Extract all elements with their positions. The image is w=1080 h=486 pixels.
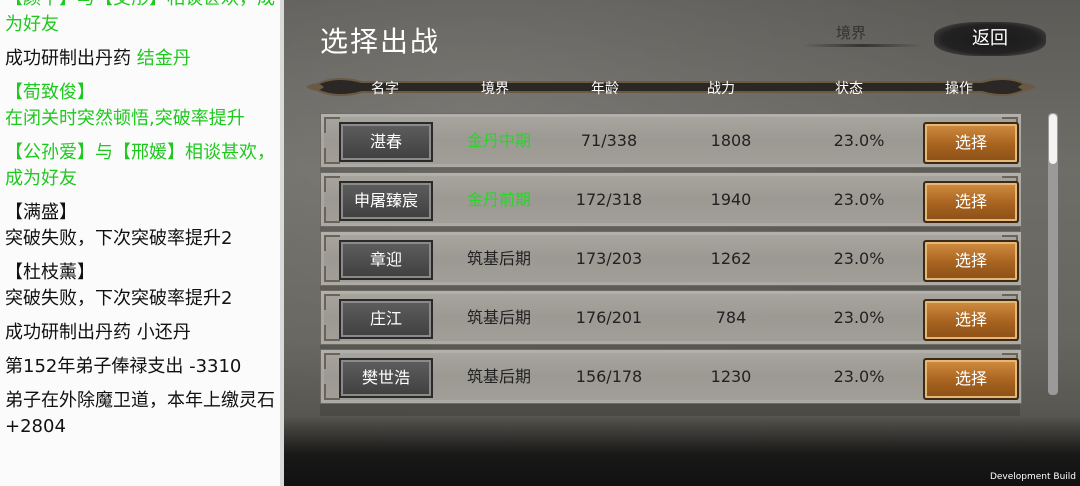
list-scrollbar-thumb[interactable] — [1049, 114, 1057, 164]
row-corner — [324, 294, 340, 310]
log-entry: 成功研制出丹药 结金丹 — [5, 48, 191, 69]
back-button[interactable]: 返回 — [934, 22, 1046, 56]
disciple-name: 章迎 — [339, 240, 433, 280]
dev-build-label: Development Build — [989, 472, 1076, 482]
row-corner — [324, 384, 340, 400]
row-corner — [324, 176, 340, 192]
row-corner — [324, 325, 340, 341]
log-entry: 【荀致俊】 在闭关时突然顿悟,突破率提升 — [5, 82, 245, 129]
disciple-age: 173/203 — [575, 249, 643, 268]
select-button[interactable]: 选择 — [923, 240, 1019, 282]
disciple-power: 1940 — [710, 190, 752, 209]
disciple-name: 庄江 — [339, 299, 433, 339]
disciple-age: 176/201 — [575, 308, 643, 327]
column-header-age: 年龄 — [591, 81, 619, 97]
log-entry: 弟子在外除魔卫道，本年上缴灵石 +2804 — [5, 390, 275, 437]
table-row: 湛春 金丹中期 71/338 1808 23.0% 选择 — [320, 113, 1022, 168]
log-entry: 【满盛】 突破失败，下次突破率提升2 — [5, 202, 233, 249]
column-header-name: 名字 — [371, 81, 399, 97]
row-corner — [324, 235, 340, 251]
disciple-realm: 金丹前期 — [466, 190, 531, 209]
row-corner — [324, 117, 340, 133]
disciple-power: 784 — [715, 308, 747, 327]
column-header-status: 状态 — [835, 81, 863, 97]
event-log-panel[interactable]: 【颜平】与【艾彤】相谈甚欢，成为好友 成功研制出丹药 结金丹 【荀致俊】在闭关时… — [0, 0, 284, 486]
row-corner — [324, 148, 340, 164]
row-corner — [324, 353, 340, 369]
disciple-realm: 筑基后期 — [466, 249, 531, 268]
disciple-name: 樊世浩 — [339, 358, 433, 398]
filter-underline — [802, 44, 922, 47]
disciple-power: 1230 — [710, 367, 752, 386]
select-button[interactable]: 选择 — [923, 299, 1019, 341]
select-button[interactable]: 选择 — [923, 122, 1019, 164]
disciple-status: 23.0% — [833, 131, 885, 150]
disciple-power: 1808 — [710, 131, 752, 150]
log-entry: 【颜平】与【艾彤】相谈甚欢，成为好友 — [5, 0, 275, 35]
disciple-status: 23.0% — [833, 367, 885, 386]
log-entry: 第152年弟子俸禄支出 -3310 — [5, 356, 242, 377]
disciple-name: 申屠臻宸 — [339, 181, 433, 221]
disciple-age: 172/318 — [575, 190, 643, 209]
ink-brush-decoration — [284, 416, 1080, 486]
table-row: 庄江 筑基后期 176/201 784 23.0% 选择 — [320, 290, 1022, 345]
row-corner — [324, 266, 340, 282]
table-row: 申屠臻宸 金丹前期 172/318 1940 23.0% 选择 — [320, 172, 1022, 227]
disciple-list[interactable]: 湛春 金丹中期 71/338 1808 23.0% 选择 申屠臻宸 金丹前期 1… — [320, 113, 1022, 416]
disciple-realm: 筑基后期 — [466, 367, 531, 386]
log-entry: 【杜枝薰】 突破失败，下次突破率提升2 — [5, 262, 233, 309]
realm-filter-button[interactable]: 境界 — [836, 22, 866, 43]
log-entry: 成功研制出丹药 小还丹 — [5, 322, 191, 343]
log-entry: 【公孙爱】与【邢媛】相谈甚欢，成为好友 — [5, 142, 275, 189]
disciple-realm: 筑基后期 — [466, 308, 531, 327]
page-title: 选择出战 — [320, 25, 441, 58]
select-button[interactable]: 选择 — [923, 181, 1019, 223]
column-header-realm: 境界 — [481, 81, 509, 97]
table-row: 章迎 筑基后期 173/203 1262 23.0% 选择 — [320, 231, 1022, 286]
select-button[interactable]: 选择 — [923, 358, 1019, 400]
disciple-age: 156/178 — [575, 367, 643, 386]
disciple-power: 1262 — [710, 249, 752, 268]
disciple-age: 71/338 — [580, 131, 638, 150]
disciple-status: 23.0% — [833, 308, 885, 327]
disciple-realm: 金丹中期 — [466, 131, 531, 150]
disciple-status: 23.0% — [833, 249, 885, 268]
disciple-status: 23.0% — [833, 190, 885, 209]
column-header-action: 操作 — [945, 81, 973, 97]
battle-select-screen: 选择出战 境界 返回 名字 境界 年龄 战力 状态 操作 湛春 金丹中期 71/… — [284, 0, 1080, 486]
disciple-name: 湛春 — [339, 122, 433, 162]
table-row: 樊世浩 筑基后期 156/178 1230 23.0% 选择 — [320, 349, 1022, 404]
column-header-power: 战力 — [707, 81, 735, 97]
row-corner — [324, 207, 340, 223]
